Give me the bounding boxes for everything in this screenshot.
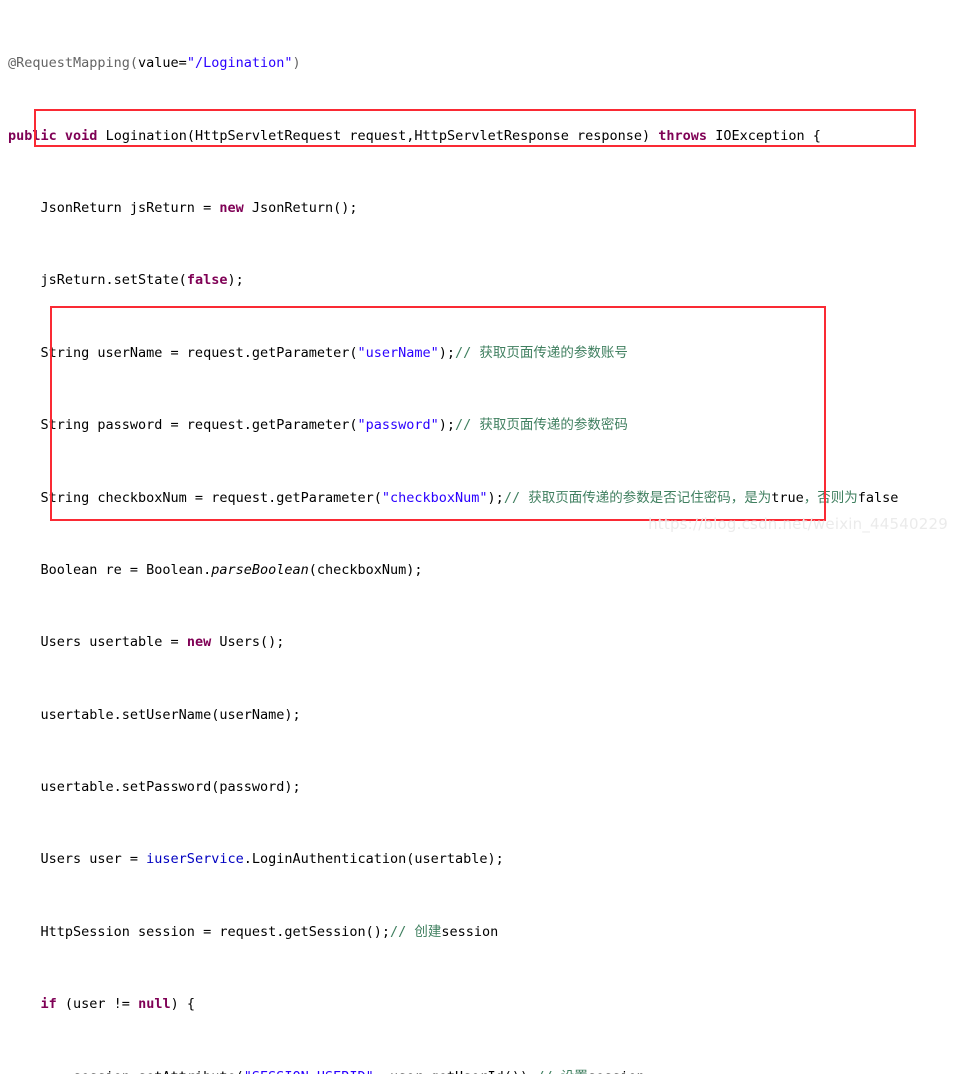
code-line-10: usertable.setUserName(userName);: [8, 706, 301, 723]
code-line-8: Boolean re = Boolean.parseBoolean(checkb…: [8, 561, 423, 578]
code-line-2: public void Logination(HttpServletReques…: [8, 127, 821, 144]
code-line-6: String password = request.getParameter("…: [8, 417, 628, 434]
csdn-watermark: https://blog.csdn.net/weixin_44540229: [648, 515, 948, 533]
code-line-7: String checkboxNum = request.getParamete…: [8, 489, 899, 506]
code-line-9: Users usertable = new Users();: [8, 634, 285, 651]
code-line-14: if (user != null) {: [40, 996, 195, 1013]
code-line-4: jsReturn.setState(false);: [8, 272, 244, 289]
code-block[interactable]: @RequestMapping(value="/Logination") pub…: [0, 0, 954, 1074]
code-line-15: session.setAttribute("SESSION_USERID", u…: [0, 1068, 954, 1074]
code-editor-screenshot: @RequestMapping(value="/Logination") pub…: [0, 0, 954, 1074]
code-line-1: @RequestMapping(value="/Logination"): [8, 55, 301, 72]
code-line-13: HttpSession session = request.getSession…: [8, 923, 499, 940]
code-line-12: Users user = iuserService.LoginAuthentic…: [8, 851, 504, 868]
code-line-3: JsonReturn jsReturn = new JsonReturn();: [8, 200, 358, 217]
code-line-11: usertable.setPassword(password);: [8, 779, 301, 796]
code-line-5: String userName = request.getParameter("…: [8, 344, 628, 361]
